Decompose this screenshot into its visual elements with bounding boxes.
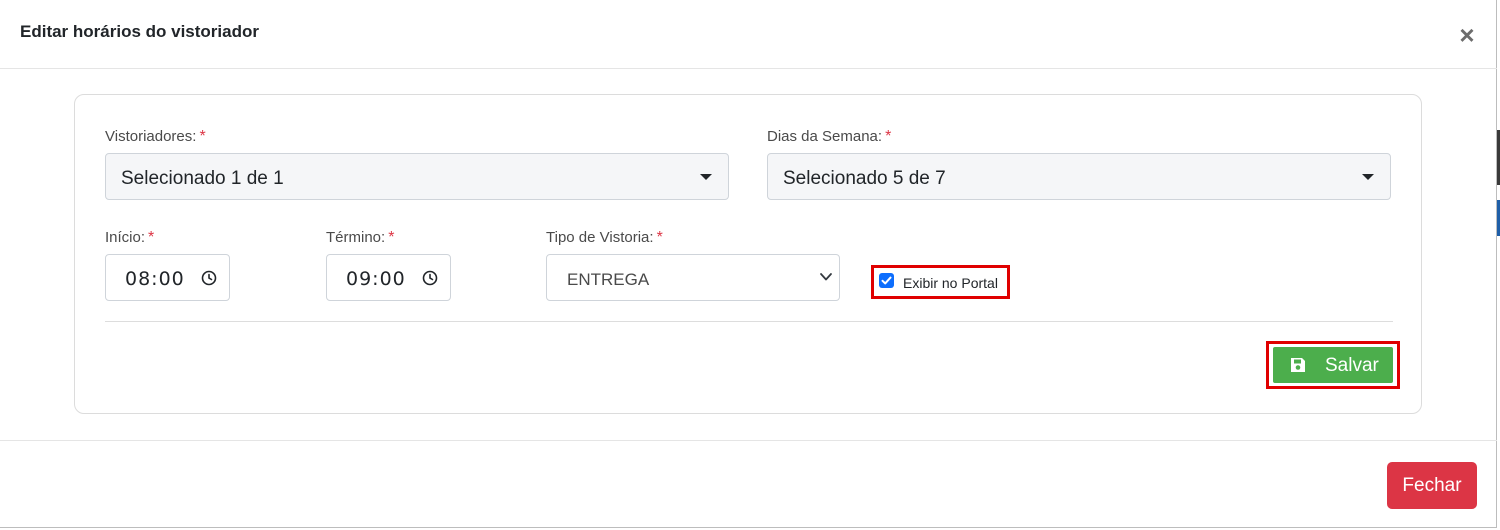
required-marker: * bbox=[656, 229, 663, 246]
inicio-time-input[interactable]: 08:00 bbox=[105, 254, 230, 301]
tipo-vistoria-label: Tipo de Vistoria: * bbox=[546, 229, 663, 247]
tipo-vistoria-value: ENTREGA bbox=[567, 270, 650, 289]
dias-semana-label-text: Dias da Semana: bbox=[767, 128, 883, 145]
save-button[interactable]: Salvar bbox=[1273, 347, 1393, 383]
check-icon bbox=[881, 276, 892, 285]
vistoriadores-multiselect[interactable]: Selecionado 1 de 1 bbox=[105, 153, 729, 200]
required-marker: * bbox=[148, 229, 155, 246]
save-button-label: Salvar bbox=[1325, 355, 1379, 376]
floppy-disk-icon bbox=[1291, 358, 1305, 372]
exibir-portal-highlight: Exibir no Portal bbox=[871, 265, 1010, 299]
inicio-value: 08:00 bbox=[125, 268, 185, 290]
required-marker: * bbox=[885, 128, 892, 145]
modal-header: Editar horários do vistoriador × bbox=[0, 0, 1497, 69]
save-button-highlight: Salvar bbox=[1266, 341, 1400, 389]
termino-value: 09:00 bbox=[346, 268, 406, 290]
vistoriadores-label: Vistoriadores: * bbox=[105, 128, 206, 146]
inicio-label-text: Início: bbox=[105, 229, 146, 246]
termino-label: Término: * bbox=[326, 229, 394, 247]
clock-icon[interactable] bbox=[201, 270, 217, 286]
tipo-vistoria-label-text: Tipo de Vistoria: bbox=[546, 229, 654, 246]
dias-semana-label: Dias da Semana: * bbox=[767, 128, 891, 146]
required-marker: * bbox=[199, 128, 206, 145]
modal-footer: Fechar bbox=[0, 440, 1497, 528]
form-card: Vistoriadores: * Selecionado 1 de 1 Dias … bbox=[74, 94, 1422, 414]
chevron-down-icon bbox=[820, 273, 832, 281]
clock-icon[interactable] bbox=[422, 270, 438, 286]
fechar-button[interactable]: Fechar bbox=[1387, 462, 1477, 509]
modal-title: Editar horários do vistoriador bbox=[20, 22, 259, 41]
dias-semana-multiselect[interactable]: Selecionado 5 de 7 bbox=[767, 153, 1391, 200]
vistoriadores-value: Selecionado 1 de 1 bbox=[121, 168, 284, 189]
tipo-vistoria-select[interactable]: ENTREGA bbox=[546, 254, 840, 301]
divider bbox=[105, 321, 1393, 322]
inicio-label: Início: * bbox=[105, 229, 154, 247]
vistoriadores-label-text: Vistoriadores: bbox=[105, 128, 197, 145]
termino-label-text: Término: bbox=[326, 229, 386, 246]
dias-semana-value: Selecionado 5 de 7 bbox=[783, 168, 946, 189]
termino-time-input[interactable]: 09:00 bbox=[326, 254, 451, 301]
exibir-portal-checkbox[interactable] bbox=[879, 273, 894, 288]
edit-schedule-modal: Editar horários do vistoriador × Vistori… bbox=[0, 0, 1497, 528]
required-marker: * bbox=[388, 229, 395, 246]
caret-down-icon bbox=[1362, 174, 1374, 180]
close-icon[interactable]: × bbox=[1456, 22, 1478, 48]
exibir-portal-label[interactable]: Exibir no Portal bbox=[903, 275, 998, 291]
caret-down-icon bbox=[700, 174, 712, 180]
